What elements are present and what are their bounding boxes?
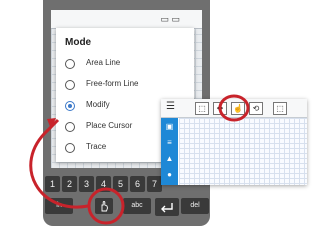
- annotation-arrow: [29, 118, 89, 209]
- highlight-circle-hand-tool: [218, 94, 250, 122]
- annotation-overlay: [29, 94, 250, 225]
- highlight-circle-hand-key: [87, 187, 125, 225]
